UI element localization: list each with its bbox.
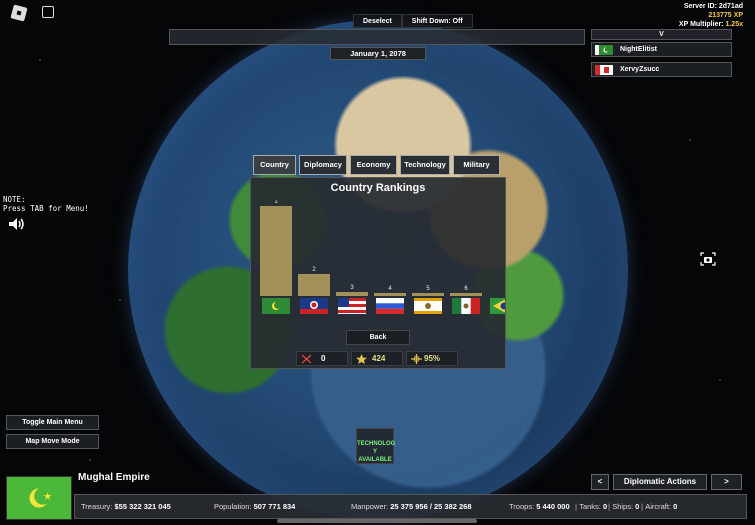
top-controls: Deselect Shift Down: Off xyxy=(353,14,473,28)
chat-icon[interactable] xyxy=(42,6,54,18)
ranking-bar xyxy=(450,293,482,296)
rank-number: 6 xyxy=(464,286,468,292)
xp-multiplier: XP Multiplier: 1.25x xyxy=(678,21,743,28)
stars-stat: 424 xyxy=(351,351,403,366)
population-stat: Population: 507 771 834 xyxy=(214,502,296,511)
war-value: 0 xyxy=(321,354,326,363)
ranking-column: 1 xyxy=(260,200,292,318)
country-flag-icon xyxy=(300,298,328,314)
empire-name: Mughal Empire xyxy=(78,472,150,483)
country-flag-icon xyxy=(262,298,290,314)
stability-stat: 95% xyxy=(406,351,458,366)
rank-number: 2 xyxy=(312,266,316,273)
bottom-stats-bar: Treasury: $55 322 321 045 Population: 50… xyxy=(74,494,747,519)
stability-value: 95% xyxy=(424,354,441,363)
deselect-button[interactable]: Deselect xyxy=(353,14,402,28)
player-flag-icon xyxy=(595,65,613,75)
server-info: Server ID: 2d71ad 213775 XP XP Multiplie… xyxy=(679,2,743,29)
top-info-bar xyxy=(169,29,585,45)
rankings-chart: 1 2 3 4 5 6 xyxy=(259,200,505,318)
server-id: Server ID: 2d71ad xyxy=(683,3,743,10)
tab-economy[interactable]: Economy xyxy=(350,155,397,175)
technology-available-button[interactable]: TECHNOLOG Y AVAILABLE xyxy=(356,428,395,464)
country-flag-icon xyxy=(338,298,366,314)
tab-technology[interactable]: Technology xyxy=(400,155,450,175)
game-date: January 1, 2078 xyxy=(330,47,426,60)
note-text: NOTE: Press TAB for Menu! xyxy=(3,195,89,213)
stars-value: 424 xyxy=(372,354,386,363)
diplomatic-actions-button[interactable]: Diplomatic Actions xyxy=(613,474,707,490)
tanks-stat: | Tanks: 0 xyxy=(575,502,608,511)
ranking-column: 4 xyxy=(374,200,406,318)
screenshot-icon[interactable] xyxy=(700,252,716,266)
ranking-tabs: Country Diplomacy Economy Technology Mil… xyxy=(253,155,500,175)
panel-title: Country Rankings xyxy=(330,182,426,194)
tab-diplomacy[interactable]: Diplomacy xyxy=(299,155,347,175)
empire-flag xyxy=(6,476,72,520)
next-country-button[interactable]: > xyxy=(711,474,742,490)
country-flag-icon xyxy=(452,298,480,314)
speaker-icon[interactable] xyxy=(8,217,26,231)
ranking-bar xyxy=(336,291,368,296)
ranking-bar xyxy=(374,292,406,296)
ranking-column: 3 xyxy=(336,200,368,318)
ranking-bar xyxy=(412,293,444,296)
war-stat: 0 xyxy=(296,351,348,366)
stability-icon xyxy=(411,354,422,364)
troops-stat: Troops: 5 440 000 xyxy=(509,502,570,511)
player-item[interactable]: NightElitist xyxy=(591,42,732,57)
shift-down-toggle[interactable]: Shift Down: Off xyxy=(401,14,473,28)
xp-value: 213775 XP xyxy=(708,12,743,19)
back-button[interactable]: Back xyxy=(346,330,410,345)
player-list-toggle[interactable]: V xyxy=(591,29,732,40)
tab-country[interactable]: Country xyxy=(253,155,296,175)
rank-number: 5 xyxy=(426,286,430,292)
rank-number: 1 xyxy=(274,200,278,205)
star-icon xyxy=(356,354,367,364)
ships-stat: | Ships: 0 xyxy=(608,502,640,511)
tab-military[interactable]: Military xyxy=(453,155,500,175)
ranking-column: 6 xyxy=(450,200,482,318)
aircraft-stat: | Aircraft: 0 xyxy=(641,502,678,511)
player-name: XervyZsucc xyxy=(620,66,660,73)
swords-icon xyxy=(301,354,312,364)
player-item[interactable]: XervyZsucc xyxy=(591,62,732,77)
prev-country-button[interactable]: < xyxy=(591,474,609,490)
treasury-stat: Treasury: $55 322 321 045 xyxy=(81,502,171,511)
ranking-column: 2 xyxy=(298,200,330,318)
country-flag-icon xyxy=(376,298,404,314)
toggle-main-menu-button[interactable]: Toggle Main Menu xyxy=(6,415,99,430)
ranking-bar xyxy=(260,206,292,296)
rank-number: 3 xyxy=(350,284,354,291)
player-name: NightElitist xyxy=(620,46,657,53)
manpower-stat: Manpower: 25 375 956 / 25 382 268 xyxy=(351,502,472,511)
country-flag-icon xyxy=(414,298,442,314)
country-flag-icon xyxy=(490,298,505,314)
ranking-bar xyxy=(298,273,330,296)
scrollbar[interactable] xyxy=(277,519,477,523)
ranking-column: 5 xyxy=(412,200,444,318)
map-move-mode-button[interactable]: Map Move Mode xyxy=(6,434,99,449)
rank-number: 4 xyxy=(388,285,392,292)
pakistan-flag-icon xyxy=(595,45,613,55)
